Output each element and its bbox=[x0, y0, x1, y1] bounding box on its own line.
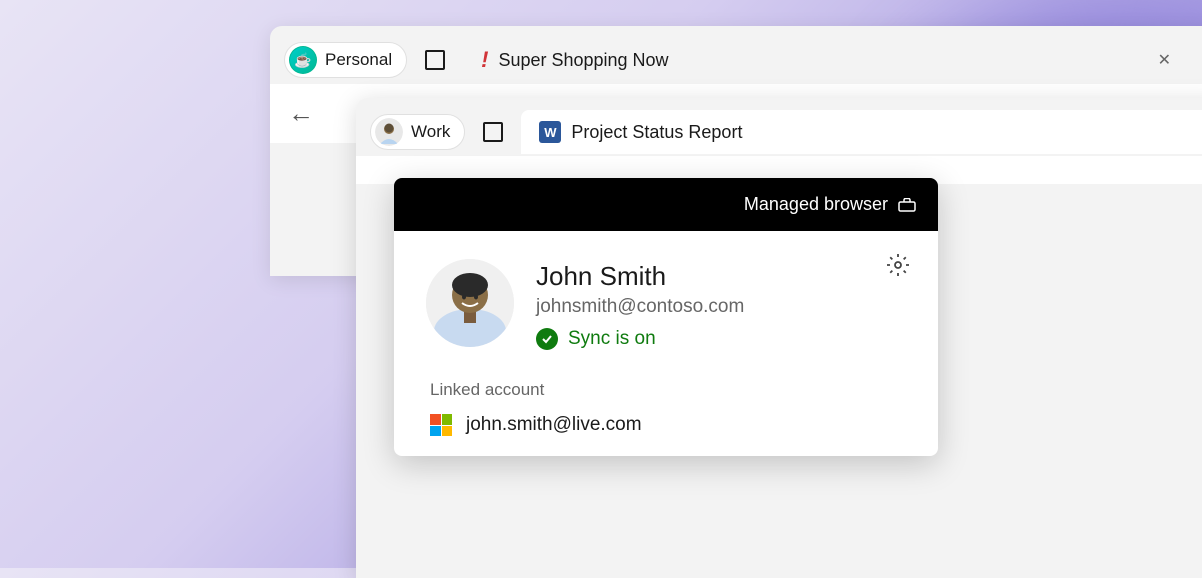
profile-info: John Smith johnsmith@contoso.com Sync is… bbox=[536, 259, 744, 350]
user-name: John Smith bbox=[536, 261, 744, 292]
profile-avatar-personal: ☕ bbox=[289, 46, 317, 74]
tab-actions-icon[interactable] bbox=[425, 50, 445, 70]
browser-tab-project[interactable]: W Project Status Report bbox=[521, 110, 1202, 154]
tab-bar-personal: ☕ Personal ! Super Shopping Now ✕ bbox=[270, 26, 1202, 84]
briefcase-icon bbox=[898, 198, 916, 212]
profile-flyout: Managed browser bbox=[394, 178, 938, 456]
profile-switcher-work[interactable]: Work bbox=[370, 114, 465, 150]
tab-actions-icon[interactable] bbox=[483, 122, 503, 142]
close-icon[interactable]: ✕ bbox=[1158, 50, 1171, 70]
gear-icon[interactable] bbox=[886, 253, 910, 277]
browser-tab-shopping[interactable]: ! Super Shopping Now ✕ bbox=[463, 38, 1189, 82]
microsoft-icon bbox=[430, 414, 452, 436]
flyout-body: John Smith johnsmith@contoso.com Sync is… bbox=[394, 231, 938, 456]
user-avatar bbox=[426, 259, 514, 347]
flyout-header: Managed browser bbox=[394, 178, 938, 231]
profile-avatar-work bbox=[375, 118, 403, 146]
profile-main: John Smith johnsmith@contoso.com Sync is… bbox=[426, 259, 906, 350]
profile-label: Personal bbox=[325, 50, 392, 70]
back-button[interactable]: ← bbox=[288, 98, 314, 129]
profile-label: Work bbox=[411, 122, 450, 142]
linked-account-label: Linked account bbox=[430, 380, 906, 400]
sync-status[interactable]: Sync is on bbox=[536, 328, 744, 350]
linked-email: john.smith@live.com bbox=[466, 414, 642, 436]
word-icon: W bbox=[539, 121, 561, 143]
user-email: johnsmith@contoso.com bbox=[536, 296, 744, 318]
sync-label: Sync is on bbox=[568, 328, 656, 350]
profile-switcher-personal[interactable]: ☕ Personal bbox=[284, 42, 407, 78]
checkmark-icon bbox=[536, 328, 558, 350]
tab-bar-work: Work W Project Status Report bbox=[356, 98, 1202, 156]
tab-title: Project Status Report bbox=[571, 122, 742, 143]
linked-section: Linked account john.smith@live.com bbox=[426, 380, 906, 436]
managed-browser-label: Managed browser bbox=[744, 194, 888, 215]
linked-account[interactable]: john.smith@live.com bbox=[430, 414, 906, 436]
alert-icon: ! bbox=[481, 47, 488, 73]
tab-title: Super Shopping Now bbox=[498, 50, 668, 71]
